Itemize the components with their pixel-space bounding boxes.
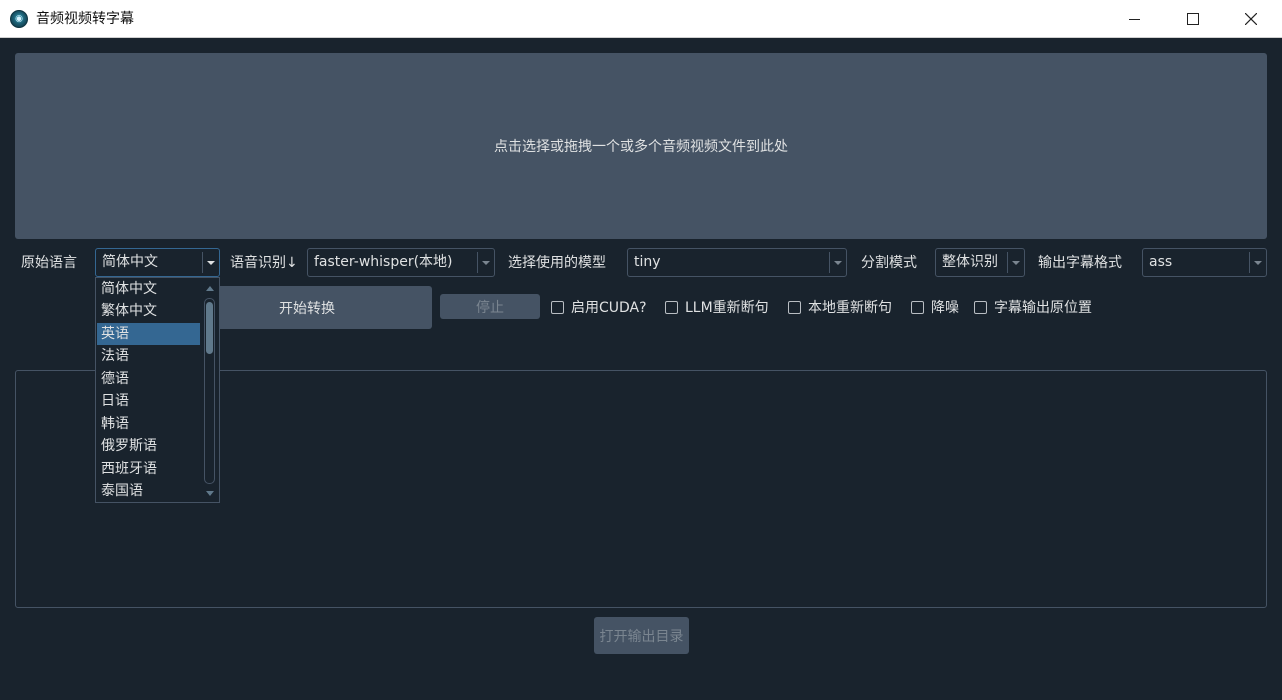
minimize-button[interactable] xyxy=(1106,0,1164,38)
chevron-down-icon xyxy=(477,252,494,273)
dropdown-item[interactable]: 韩语 xyxy=(97,413,200,435)
denoise-label: 降噪 xyxy=(931,300,959,316)
title-bar: ◉ 音频视频转字幕 xyxy=(0,0,1282,38)
output-original-location-checkbox[interactable] xyxy=(974,300,987,314)
close-button[interactable] xyxy=(1222,0,1280,38)
dropdown-item[interactable]: 日语 xyxy=(97,390,200,412)
cuda-checkbox[interactable] xyxy=(551,300,564,314)
model-select[interactable]: tiny xyxy=(627,248,847,277)
dropdown-scrollbar[interactable] xyxy=(202,282,218,500)
split-mode-select[interactable]: 整体识别 xyxy=(935,248,1025,277)
dropdown-item-selected[interactable]: 英语 xyxy=(97,323,200,345)
split-mode-value: 整体识别 xyxy=(942,254,998,270)
stop-button[interactable]: 停止 xyxy=(440,294,540,319)
subtitle-format-select[interactable]: ass xyxy=(1142,248,1267,277)
option-llm-resegment[interactable]: LLM重新断句 xyxy=(665,297,769,317)
llm-resegment-checkbox[interactable] xyxy=(665,300,678,314)
dropdown-item[interactable]: 西班牙语 xyxy=(97,458,200,480)
denoise-checkbox[interactable] xyxy=(911,300,924,314)
llm-resegment-label: LLM重新断句 xyxy=(685,300,769,316)
chevron-down-icon xyxy=(829,252,846,273)
open-output-dir-button[interactable]: 打开输出目录 xyxy=(594,617,689,654)
subtitle-format-label: 输出字幕格式 xyxy=(1038,255,1122,271)
scroll-down-icon[interactable] xyxy=(206,491,214,496)
app-logo-icon: ◉ xyxy=(10,10,28,28)
subtitle-format-value: ass xyxy=(1149,254,1173,270)
drop-zone-text: 点击选择或拖拽一个或多个音频视频文件到此处 xyxy=(494,139,788,155)
option-denoise[interactable]: 降噪 xyxy=(911,297,959,317)
source-language-select[interactable]: 简体中文 xyxy=(95,248,220,277)
source-language-dropdown-list[interactable]: 简体中文 繁体中文 英语 法语 德语 日语 韩语 俄罗斯语 西班牙语 泰国语 xyxy=(95,277,220,503)
minimize-icon xyxy=(1129,19,1140,20)
local-resegment-checkbox[interactable] xyxy=(788,300,801,314)
asr-label: 语音识别↓ xyxy=(230,255,298,271)
chevron-down-icon xyxy=(202,252,219,273)
maximize-button[interactable] xyxy=(1164,0,1222,38)
maximize-icon xyxy=(1187,13,1199,25)
option-local-resegment[interactable]: 本地重新断句 xyxy=(788,297,892,317)
option-cuda[interactable]: 启用CUDA? xyxy=(551,297,647,317)
local-resegment-label: 本地重新断句 xyxy=(808,300,892,316)
file-drop-zone[interactable]: 点击选择或拖拽一个或多个音频视频文件到此处 xyxy=(15,53,1267,239)
option-output-original-location[interactable]: 字幕输出原位置 xyxy=(974,297,1092,317)
chevron-down-icon xyxy=(1007,252,1024,273)
scrollbar-handle[interactable] xyxy=(206,302,213,354)
model-value: tiny xyxy=(634,254,661,270)
dropdown-item[interactable]: 简体中文 xyxy=(97,278,200,300)
close-icon xyxy=(1245,13,1257,25)
source-language-label: 原始语言 xyxy=(21,255,77,271)
dropdown-item[interactable]: 俄罗斯语 xyxy=(97,435,200,457)
split-mode-label: 分割模式 xyxy=(861,255,917,271)
dropdown-item[interactable]: 德语 xyxy=(97,368,200,390)
asr-engine-value: faster-whisper(本地) xyxy=(314,254,453,270)
dropdown-item[interactable]: 泰国语 xyxy=(97,480,200,502)
asr-engine-select[interactable]: faster-whisper(本地) xyxy=(307,248,495,277)
scroll-up-icon[interactable] xyxy=(206,286,214,291)
dropdown-item[interactable]: 繁体中文 xyxy=(97,300,200,322)
output-original-location-label: 字幕输出原位置 xyxy=(994,300,1092,316)
chevron-down-icon xyxy=(1249,252,1266,273)
dropdown-item[interactable]: 法语 xyxy=(97,345,200,367)
source-language-value: 简体中文 xyxy=(102,254,158,270)
model-label: 选择使用的模型 xyxy=(508,255,606,271)
cuda-label: 启用CUDA? xyxy=(571,300,647,316)
window-title: 音频视频转字幕 xyxy=(36,11,134,27)
